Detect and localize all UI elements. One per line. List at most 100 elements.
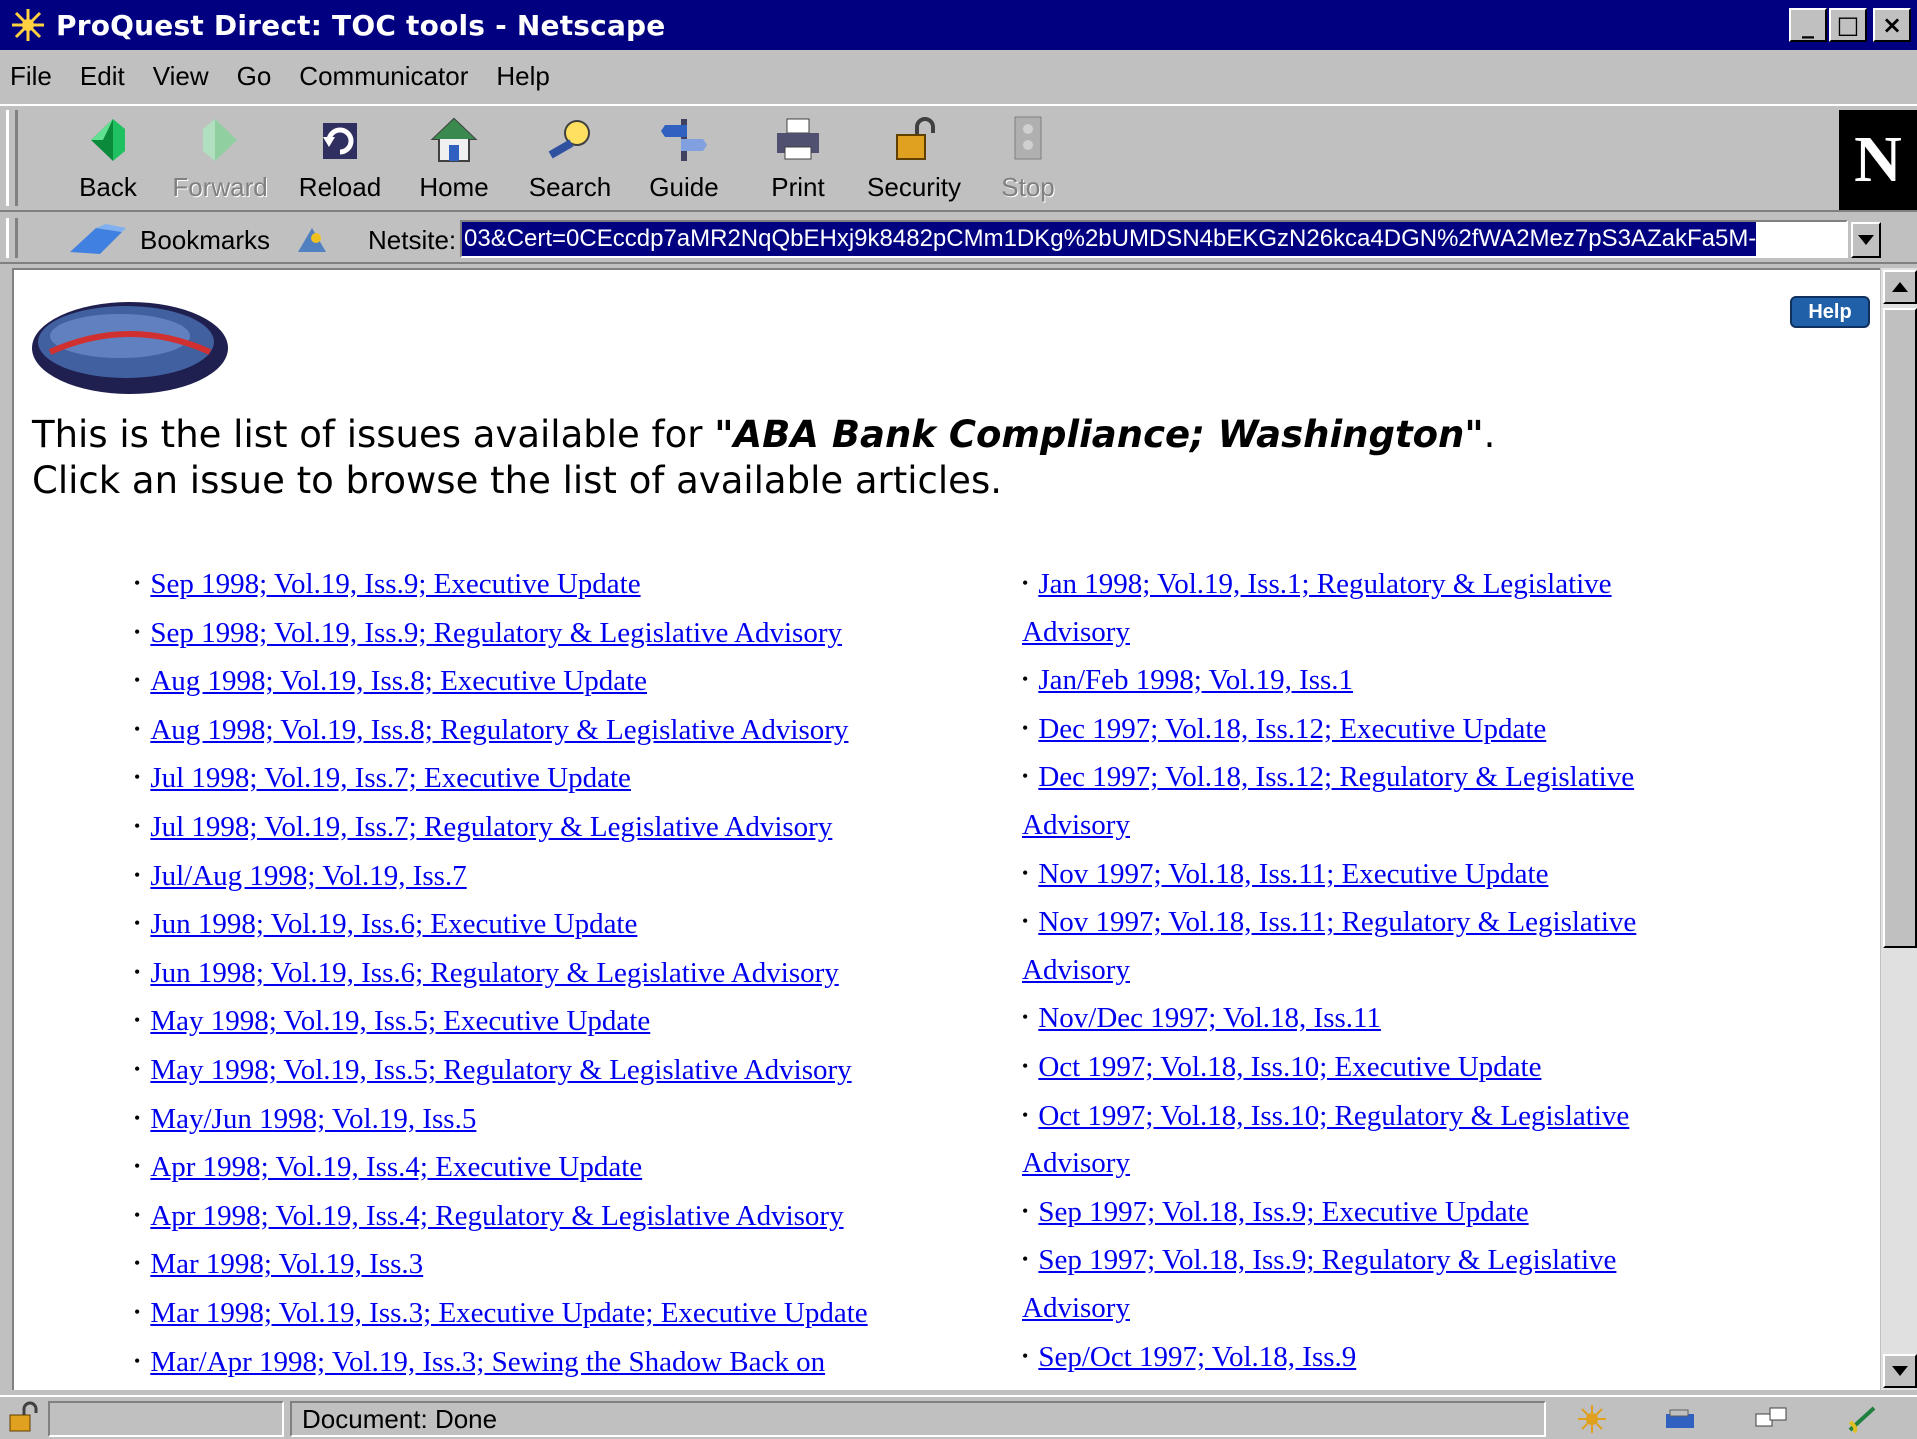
- proquest-direct-logo[interactable]: [30, 296, 230, 396]
- list-item: • Mar 1998; Vol.19, Iss.3; Executive Upda…: [134, 1289, 984, 1338]
- issue-link[interactable]: Sep 1997; Vol.18, Iss.9; Executive Updat…: [1038, 1196, 1528, 1228]
- issue-link[interactable]: Oct 1997; Vol.18, Iss.10; Regulatory & L…: [1022, 1100, 1629, 1180]
- issue-link[interactable]: Nov 1997; Vol.18, Iss.11; Executive Upda…: [1038, 858, 1548, 890]
- list-item: • Aug 1998; Vol.19, Iss.8; Executive Upda…: [134, 657, 984, 706]
- home-button[interactable]: Home: [412, 114, 496, 206]
- location-bar: Bookmarks Netsite: 03&Cert=0CEccdp7aMR2N…: [0, 214, 1917, 264]
- issue-link[interactable]: Mar/Apr 1998; Vol.19, Iss.3; Sewing the …: [150, 1346, 825, 1378]
- url-history-dropdown[interactable]: [1851, 222, 1881, 258]
- bullet-icon: •: [134, 1010, 141, 1031]
- issue-link[interactable]: Dec 1997; Vol.18, Iss.12; Regulatory & L…: [1022, 761, 1634, 841]
- issue-link[interactable]: Sep/Oct 1997; Vol.18, Iss.9: [1038, 1341, 1356, 1373]
- issue-link[interactable]: May 1998; Vol.19, Iss.5; Executive Updat…: [150, 1005, 650, 1037]
- issue-link[interactable]: Oct 1997; Vol.18, Iss.10; Executive Upda…: [1038, 1051, 1541, 1083]
- stop-button[interactable]: Stop: [986, 114, 1070, 206]
- help-button[interactable]: Help: [1790, 296, 1870, 328]
- list-item: • Nov/Dec 1997; Vol.18, Iss.11: [1022, 994, 1722, 1043]
- scroll-down-button[interactable]: [1883, 1354, 1917, 1388]
- reload-button[interactable]: Reload: [298, 114, 382, 206]
- issue-link[interactable]: May 1998; Vol.19, Iss.5; Regulatory & Le…: [150, 1054, 851, 1086]
- issue-link[interactable]: Jan 1998; Vol.19, Iss.1; Regulatory & Le…: [1022, 568, 1612, 648]
- component-bar: [1547, 1401, 1907, 1437]
- menu-communicator[interactable]: Communicator: [297, 61, 470, 92]
- back-button[interactable]: Back: [66, 114, 150, 206]
- back-arrow-icon: [91, 119, 125, 161]
- bullet-icon: •: [134, 1156, 141, 1177]
- url-input[interactable]: 03&Cert=0CEccdp7aMR2NqQbEHxj9k8482pCMm1D…: [460, 220, 1848, 258]
- issue-link[interactable]: Aug 1998; Vol.19, Iss.8; Regulatory & Le…: [150, 714, 848, 746]
- composer-icon[interactable]: [1844, 1404, 1880, 1434]
- navigator-icon[interactable]: [1574, 1404, 1610, 1434]
- issue-link[interactable]: Apr 1998; Vol.19, Iss.4; Executive Updat…: [150, 1151, 642, 1183]
- list-item: • Jul 1998; Vol.19, Iss.7; Executive Upda…: [134, 754, 984, 803]
- issue-link[interactable]: Nov/Dec 1997; Vol.18, Iss.11: [1038, 1002, 1381, 1034]
- issue-link[interactable]: Jul/Aug 1998; Vol.19, Iss.7: [150, 860, 466, 892]
- netscape-n-logo[interactable]: N: [1839, 110, 1917, 210]
- status-text: Document: Done: [290, 1401, 1546, 1437]
- issue-link[interactable]: Mar 1998; Vol.19, Iss.3: [150, 1248, 423, 1280]
- issue-link[interactable]: Dec 1997; Vol.18, Iss.12; Executive Upda…: [1038, 713, 1546, 745]
- intro-prefix: This is the list of issues available for: [32, 413, 715, 456]
- bullet-icon: •: [1022, 766, 1029, 787]
- search-button[interactable]: Search: [528, 114, 612, 206]
- menu-view[interactable]: View: [151, 61, 211, 92]
- mail-icon[interactable]: [1664, 1404, 1700, 1434]
- issue-link[interactable]: Sep 1998; Vol.19, Iss.9; Regulatory & Le…: [150, 617, 842, 649]
- forward-button[interactable]: Forward: [172, 114, 268, 206]
- list-item: • Sep 1997; Vol.18, Iss.9; Regulatory & L…: [1022, 1236, 1722, 1332]
- page-proxy-icon[interactable]: [292, 224, 332, 256]
- list-item: • Jun 1998; Vol.19, Iss.6; Regulatory & L…: [134, 949, 984, 998]
- bullet-icon: •: [134, 961, 141, 982]
- scroll-up-button[interactable]: [1883, 270, 1917, 304]
- bullet-icon: •: [134, 1058, 141, 1079]
- bullet-icon: •: [134, 573, 141, 593]
- bullet-icon: •: [134, 1301, 141, 1322]
- bullet-icon: •: [134, 1253, 141, 1274]
- stop-icon: [1014, 116, 1042, 160]
- toolbar-grip[interactable]: [6, 110, 18, 206]
- bullet-icon: •: [134, 913, 141, 934]
- issue-link[interactable]: Nov 1997; Vol.18, Iss.11; Regulatory & L…: [1022, 906, 1636, 986]
- security-button[interactable]: Security: [867, 114, 961, 206]
- minimize-button[interactable]: _: [1789, 8, 1827, 42]
- list-item: • Sep 1997; Vol.18, Iss.9; Executive Upda…: [1022, 1188, 1722, 1237]
- bookmarks-icon[interactable]: [66, 222, 136, 258]
- menu-go[interactable]: Go: [235, 61, 274, 92]
- bookmarks-button[interactable]: Bookmarks: [140, 225, 270, 256]
- issue-link[interactable]: Sep 1998; Vol.19, Iss.9; Executive Updat…: [150, 568, 640, 600]
- location-bar-grip[interactable]: [6, 218, 18, 258]
- bullet-icon: •: [134, 621, 141, 642]
- issue-link[interactable]: Apr 1998; Vol.19, Iss.4; Regulatory & Le…: [150, 1200, 843, 1232]
- issue-link[interactable]: Jun 1998; Vol.19, Iss.6; Regulatory & Le…: [150, 957, 838, 989]
- status-bar: Document: Done: [0, 1395, 1917, 1439]
- security-lock-icon[interactable]: [6, 1401, 40, 1435]
- vertical-scrollbar[interactable]: [1880, 268, 1917, 1390]
- issue-link[interactable]: May/Jun 1998; Vol.19, Iss.5: [150, 1103, 476, 1135]
- list-item: • Sep 1998; Vol.19, Iss.9; Regulatory & L…: [134, 609, 984, 658]
- issue-link[interactable]: Jul 1998; Vol.19, Iss.7; Executive Updat…: [150, 762, 631, 794]
- menu-edit[interactable]: Edit: [78, 61, 127, 92]
- list-item: • Apr 1998; Vol.19, Iss.4; Executive Upda…: [134, 1143, 984, 1192]
- guide-button[interactable]: Guide: [642, 114, 726, 206]
- issue-link[interactable]: Sep 1997; Vol.18, Iss.9; Regulatory & Le…: [1022, 1244, 1616, 1324]
- issue-link[interactable]: Jan/Feb 1998; Vol.19, Iss.1: [1038, 664, 1353, 696]
- close-button[interactable]: ×: [1873, 8, 1911, 42]
- bullet-icon: •: [134, 864, 141, 885]
- window-title-bar[interactable]: ProQuest Direct: TOC tools - Netscape _ …: [0, 0, 1917, 50]
- discussion-icon[interactable]: [1754, 1404, 1790, 1434]
- menu-help[interactable]: Help: [494, 61, 551, 92]
- issue-link[interactable]: Jun 1998; Vol.19, Iss.6; Executive Updat…: [150, 908, 637, 940]
- url-text: 03&Cert=0CEccdp7aMR2NqQbEHxj9k8482pCMm1D…: [462, 222, 1757, 256]
- list-item: • May/Jun 1998; Vol.19, Iss.5: [134, 1095, 984, 1144]
- guide-icon: [661, 119, 707, 161]
- issue-link[interactable]: Aug 1998; Vol.19, Iss.8; Executive Updat…: [150, 665, 647, 697]
- menu-file[interactable]: File: [8, 61, 54, 92]
- bullet-icon: •: [1022, 1007, 1029, 1028]
- maximize-button[interactable]: □: [1829, 8, 1867, 42]
- intro-instruction: Click an issue to browse the list of ava…: [32, 459, 1002, 502]
- print-button[interactable]: Print: [756, 114, 840, 206]
- issue-link[interactable]: Mar 1998; Vol.19, Iss.3; Executive Updat…: [150, 1297, 867, 1329]
- scroll-thumb[interactable]: [1883, 308, 1917, 948]
- list-item: • Sep/Oct 1997; Vol.18, Iss.9: [1022, 1333, 1722, 1382]
- issue-link[interactable]: Jul 1998; Vol.19, Iss.7; Regulatory & Le…: [150, 811, 832, 843]
